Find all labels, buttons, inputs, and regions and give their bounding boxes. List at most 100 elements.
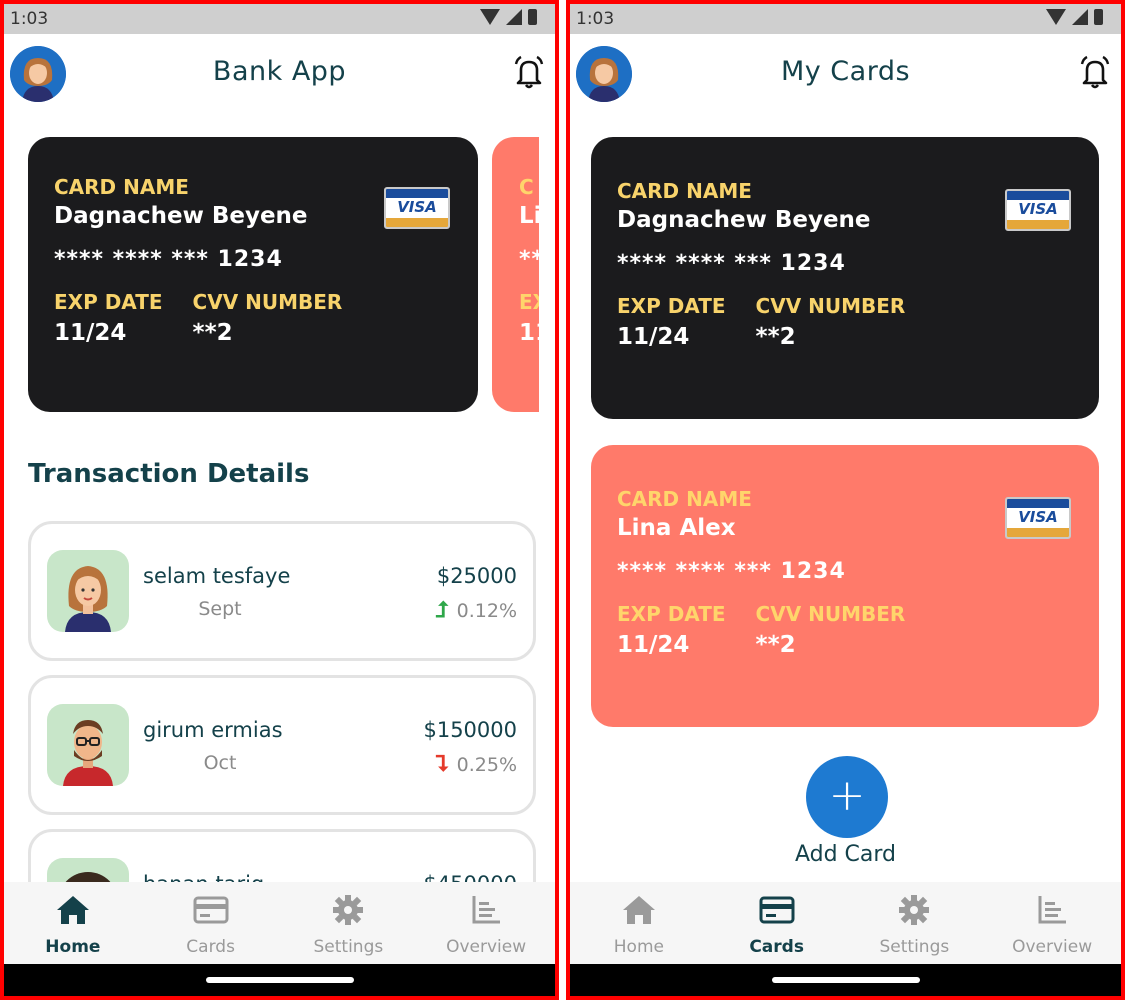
add-card-button[interactable]: +: [806, 756, 888, 838]
nav-label: Overview: [1012, 937, 1093, 957]
cvv-label: CVV NUMBER: [755, 602, 906, 626]
app-header: Bank App: [4, 34, 555, 114]
wifi-icon: [1046, 9, 1066, 25]
card-number: **** **** *** 1234: [54, 247, 283, 272]
signal-icon: [1072, 9, 1088, 25]
transaction-avatar: [47, 550, 129, 632]
exp-date-value: 11/24: [617, 632, 690, 658]
exp-date-label: EXP DATE: [617, 294, 726, 318]
cvv-value: **2: [755, 324, 796, 350]
visa-logo-icon: VISA: [1005, 189, 1071, 231]
home-icon: [622, 896, 655, 924]
transaction-date: Oct: [203, 752, 237, 774]
visa-logo-icon: VISA: [1005, 497, 1071, 539]
card-brand: VISA: [397, 198, 437, 216]
plus-icon: +: [828, 770, 866, 821]
card-peek-clip: C Li ** EX 11: [492, 137, 539, 412]
page-title: Bank App: [212, 56, 347, 87]
exp-date-value: 11/24: [54, 320, 127, 346]
gear-icon: [899, 895, 930, 925]
card-name-label: C: [519, 175, 534, 199]
transaction-change: ⮥ 0.12%: [436, 598, 517, 623]
exp-date-value: 11: [519, 320, 539, 346]
status-bar: 1:03: [4, 4, 555, 34]
nav-label: Cards: [186, 937, 235, 957]
credit-card[interactable]: CARD NAME Dagnachew Beyene **** **** ***…: [28, 137, 478, 412]
wifi-icon: [480, 9, 500, 25]
nav-label: Home: [613, 937, 664, 957]
visa-logo-icon: VISA: [384, 187, 450, 229]
card-number: **** **** *** 1234: [617, 559, 846, 584]
card-icon: [193, 896, 229, 924]
transaction-avatar: [47, 704, 129, 786]
transaction-item[interactable]: selam tesfaye Sept $25000 ⮥ 0.12%: [28, 521, 536, 661]
gesture-bar: [570, 964, 1121, 996]
page-title: My Cards: [780, 56, 911, 87]
nav-label: Overview: [446, 937, 527, 957]
cvv-label: CVV NUMBER: [192, 290, 343, 314]
nav-overview[interactable]: Overview: [417, 882, 555, 964]
change-percent: 0.12%: [456, 599, 517, 622]
credit-card[interactable]: CARD NAME Lina Alex **** **** *** 1234 E…: [591, 445, 1099, 727]
exp-date-label: EX: [519, 290, 539, 314]
status-bar: 1:03: [570, 4, 1121, 34]
card-number: **** **** *** 1234: [617, 251, 846, 276]
change-percent: 0.25%: [456, 753, 517, 776]
transaction-name: girum ermias: [143, 718, 283, 742]
nav-settings[interactable]: Settings: [280, 882, 418, 964]
nav-settings[interactable]: Settings: [846, 882, 984, 964]
battery-icon: [1094, 9, 1103, 25]
signal-icon: [506, 9, 522, 25]
nav-cards[interactable]: Cards: [708, 882, 846, 964]
notification-bell-icon[interactable]: [1077, 54, 1113, 90]
arrow-down-icon: ⮧: [435, 752, 449, 777]
woman-avatar-icon: [65, 566, 111, 632]
nav-label: Cards: [749, 937, 804, 957]
nav-home[interactable]: Home: [4, 882, 142, 964]
card-brand: VISA: [1018, 508, 1058, 526]
bottom-navigation: Home Cards Settings Overview: [4, 882, 555, 964]
nav-home[interactable]: Home: [570, 882, 708, 964]
transaction-date: Sept: [198, 598, 242, 620]
cvv-label: CVV NUMBER: [755, 294, 906, 318]
man-glasses-avatar-icon: [63, 720, 113, 786]
transaction-amount: $25000: [436, 564, 517, 588]
add-card-label: Add Card: [794, 842, 897, 867]
home-indicator[interactable]: [205, 977, 354, 983]
my-cards-screen: 1:03 My Cards CARD NAME Dagnachew Beyene…: [566, 0, 1125, 1000]
gear-icon: [333, 895, 364, 925]
app-header: My Cards: [570, 34, 1121, 114]
card-number: **: [519, 247, 539, 272]
chart-icon: [1038, 896, 1067, 924]
home-icon: [56, 896, 89, 924]
home-indicator[interactable]: [771, 977, 920, 983]
credit-card[interactable]: CARD NAME Dagnachew Beyene **** **** ***…: [591, 137, 1099, 419]
transaction-name: selam tesfaye: [143, 564, 291, 588]
notification-bell-icon[interactable]: [511, 54, 547, 90]
nav-cards[interactable]: Cards: [142, 882, 280, 964]
gesture-bar: [4, 964, 555, 996]
card-holder-name: Li: [519, 203, 539, 229]
battery-icon: [528, 9, 537, 25]
nav-label: Settings: [879, 937, 950, 957]
card-brand: VISA: [1018, 200, 1058, 218]
card-icon: [759, 896, 795, 924]
nav-label: Home: [45, 937, 101, 957]
cvv-value: **2: [192, 320, 233, 346]
exp-date-label: EXP DATE: [54, 290, 163, 314]
transaction-item[interactable]: girum ermias Oct $150000 ⮧ 0.25%: [28, 675, 536, 815]
exp-date-value: 11/24: [617, 324, 690, 350]
nav-label: Settings: [313, 937, 384, 957]
status-time: 1:03: [10, 9, 49, 29]
cvv-value: **2: [755, 632, 796, 658]
status-time: 1:03: [576, 9, 615, 29]
home-screen: 1:03 Bank App CARD NAME Dagnachew Beyene…: [0, 0, 559, 1000]
transaction-amount: $150000: [423, 718, 517, 742]
bottom-navigation: Home Cards Settings Overview: [570, 882, 1121, 964]
section-title: Transaction Details: [28, 459, 310, 489]
credit-card[interactable]: C Li ** EX 11: [492, 137, 539, 412]
nav-overview[interactable]: Overview: [983, 882, 1121, 964]
transaction-change: ⮧ 0.25%: [436, 752, 517, 777]
arrow-up-icon: ⮥: [435, 598, 449, 623]
exp-date-label: EXP DATE: [617, 602, 726, 626]
